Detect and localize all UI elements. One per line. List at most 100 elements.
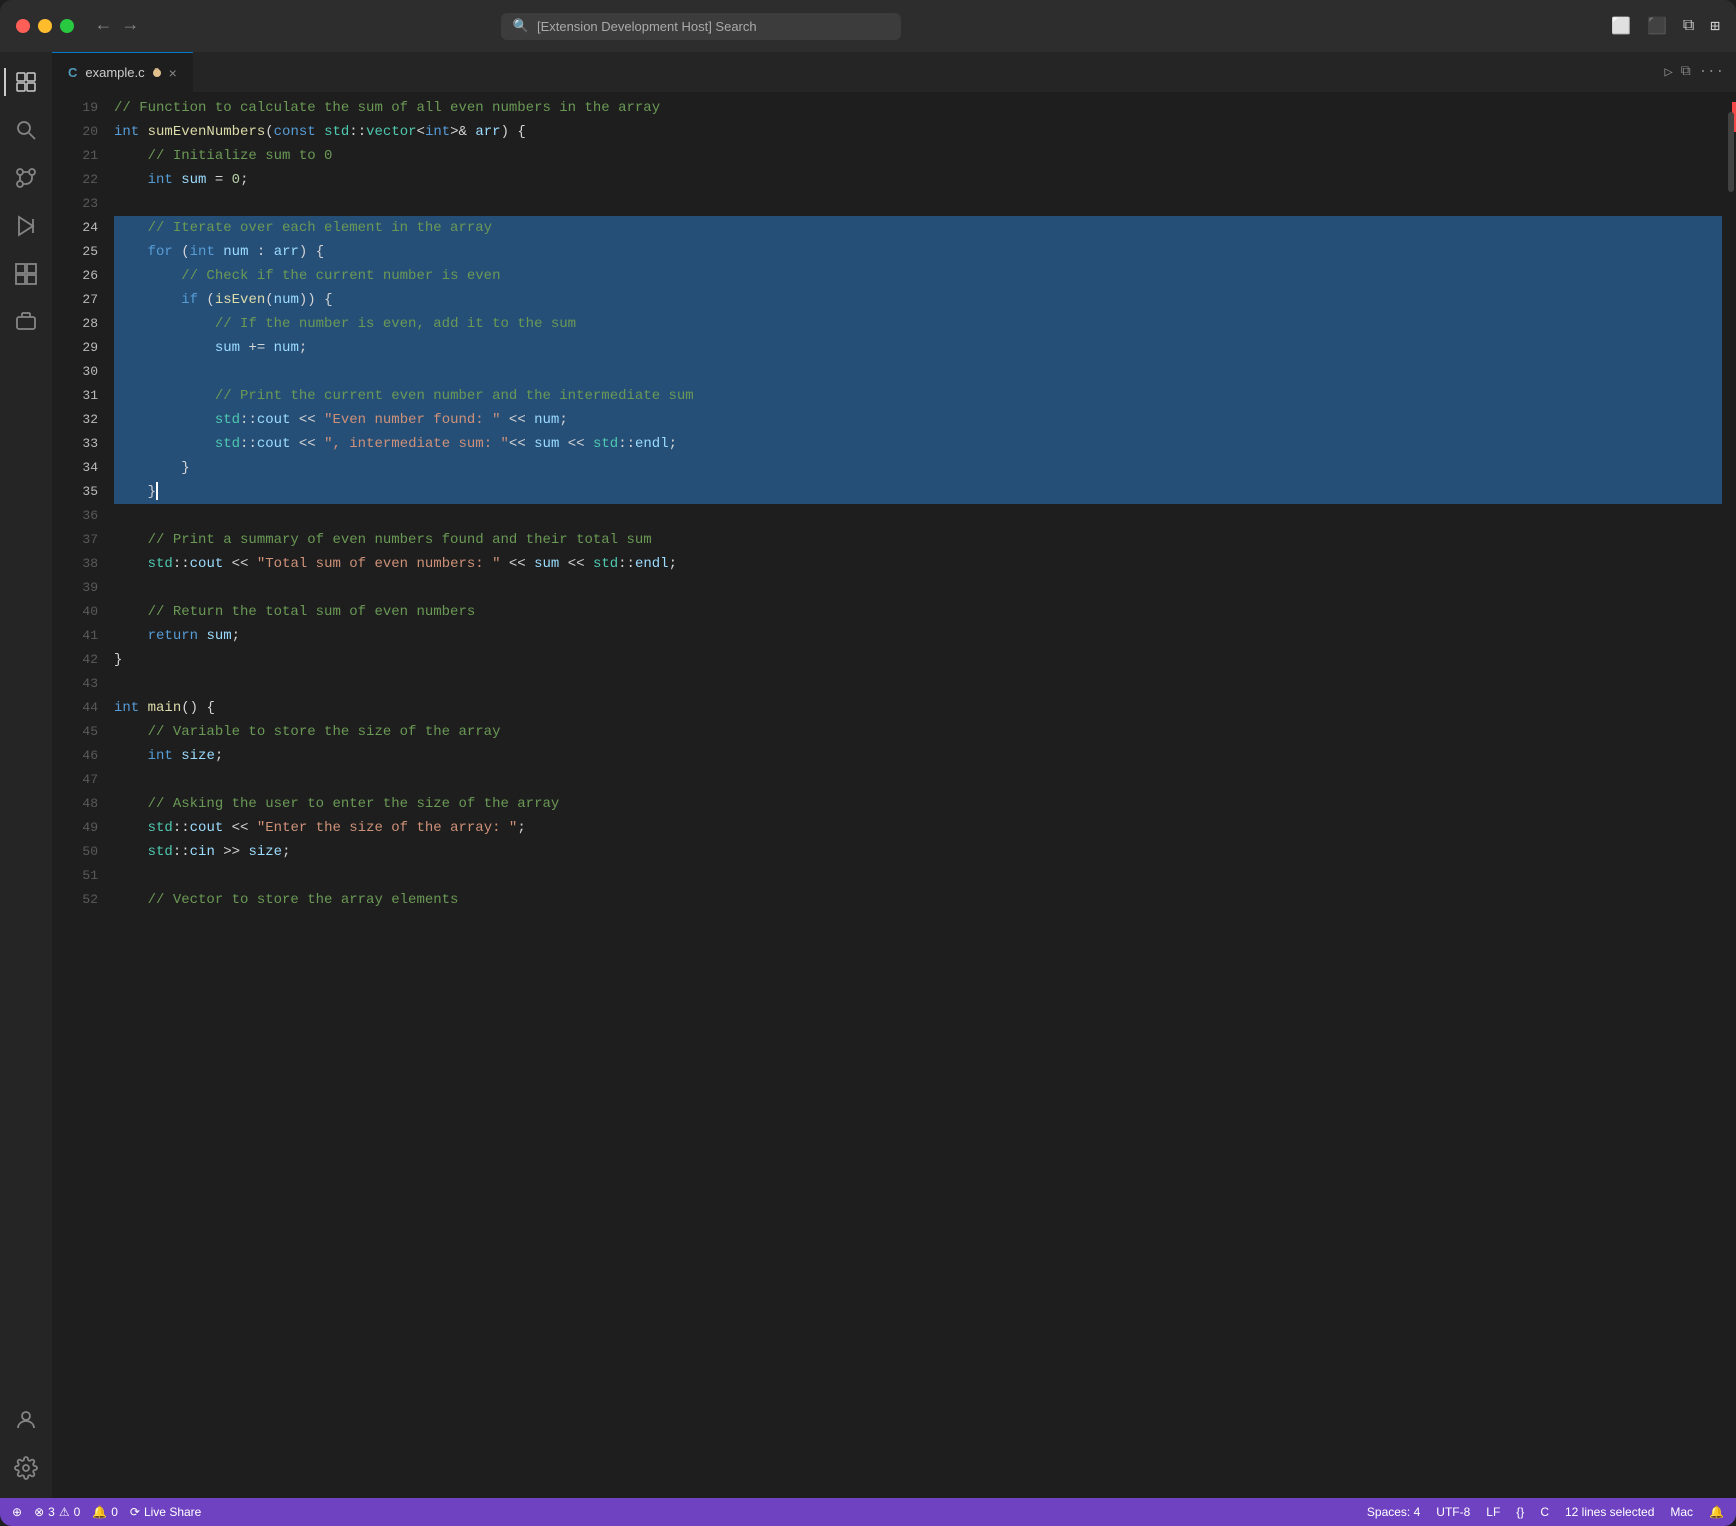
code-line-24: // Iterate over each element in the arra… [114,216,1722,240]
editor-tab[interactable]: C example.c 3 × [52,52,193,92]
titlebar: ← → 🔍 [Extension Development Host] Searc… [0,0,1736,52]
code-line-41: return sum; [114,624,1722,648]
error-status[interactable]: ⊗ 3 ⚠ 0 [34,1505,80,1519]
line-numbers: 19 20 21 22 23 24 25 26 27 28 29 30 31 3… [52,92,110,1498]
code-line-40: // Return the total sum of even numbers [114,600,1722,624]
notification-icon: 🔔 [92,1505,107,1519]
layout-icon-4[interactable]: ⊞ [1710,16,1720,36]
code-editor[interactable]: 19 20 21 22 23 24 25 26 27 28 29 30 31 3… [52,92,1736,1498]
code-lines: // Function to calculate the sum of all … [110,92,1722,1498]
activity-explorer[interactable] [4,60,48,104]
traffic-lights [16,19,74,33]
tab-close-button[interactable]: × [169,65,177,81]
code-line-25: for (int num : arr) { [114,240,1722,264]
split-editor-icon[interactable]: ⧉ [1681,64,1691,80]
main-content: C example.c 3 × ▷ ⧉ ··· 19 20 21 22 [0,52,1736,1498]
encoding-label: UTF-8 [1436,1505,1470,1519]
layout-icon-3[interactable]: ⧉ [1683,17,1694,35]
code-line-19: // Function to calculate the sum of all … [114,96,1722,120]
code-line-36 [114,504,1722,528]
code-line-37: // Print a summary of even numbers found… [114,528,1722,552]
activity-remote[interactable] [4,300,48,344]
scrollbar-thumb[interactable] [1728,112,1734,192]
platform-label: Mac [1670,1505,1693,1519]
search-icon: 🔍 [513,19,529,34]
status-left: ⊕ ⊗ 3 ⚠ 0 🔔 0 ⟳ Live Share [12,1505,201,1519]
code-line-51 [114,864,1722,888]
warning-count: 0 [74,1505,81,1519]
selection-status[interactable]: 12 lines selected [1565,1505,1654,1519]
activity-account[interactable] [4,1398,48,1442]
status-bar: ⊕ ⊗ 3 ⚠ 0 🔔 0 ⟳ Live Share Spaces: 4 UT [0,1498,1736,1526]
search-placeholder: [Extension Development Host] Search [537,19,757,34]
activity-settings[interactable] [4,1446,48,1490]
code-line-29: sum += num; [114,336,1722,360]
close-button[interactable] [16,19,30,33]
tab-bar: C example.c 3 × ▷ ⧉ ··· [52,52,1736,92]
bell-icon: 🔔 [1709,1505,1724,1519]
notification-status[interactable]: 🔔 0 [92,1505,118,1519]
activity-source-control[interactable] [4,156,48,200]
error-count: 3 [48,1505,55,1519]
maximize-button[interactable] [60,19,74,33]
line-ending-label: LF [1486,1505,1500,1519]
language-icon: C [68,65,77,80]
error-icon: ⊗ [34,1505,44,1519]
activity-search[interactable] [4,108,48,152]
code-line-44: int main() { [114,696,1722,720]
layout-icon-2[interactable]: ⬛ [1647,16,1667,36]
live-share-status[interactable]: ⟳ Live Share [130,1505,201,1519]
scrollbar[interactable] [1722,92,1736,1498]
code-line-21: // Initialize sum to 0 [114,144,1722,168]
activity-bar [0,52,52,1498]
search-bar[interactable]: 🔍 [Extension Development Host] Search [501,13,901,40]
minimize-button[interactable] [38,19,52,33]
code-line-43 [114,672,1722,696]
code-line-28: // If the number is even, add it to the … [114,312,1722,336]
code-line-49: std::cout << "Enter the size of the arra… [114,816,1722,840]
code-line-26: // Check if the current number is even [114,264,1722,288]
titlebar-right: ⬜ ⬛ ⧉ ⊞ [1611,16,1720,36]
language-status[interactable]: C [1540,1505,1549,1519]
activity-run[interactable] [4,204,48,248]
code-line-33: std::cout << ", intermediate sum: "<< su… [114,432,1722,456]
brackets-icon: {} [1516,1505,1524,1519]
spaces-label: Spaces: 4 [1367,1505,1420,1519]
back-button[interactable]: ← [94,12,113,40]
layout-icon-1[interactable]: ⬜ [1611,16,1631,36]
code-line-30 [114,360,1722,384]
code-line-45: // Variable to store the size of the arr… [114,720,1722,744]
code-line-27: if (isEven(num)) { [114,288,1722,312]
vscode-window: ← → 🔍 [Extension Development Host] Searc… [0,0,1736,1526]
code-line-52: // Vector to store the array elements [114,888,1722,912]
remote-icon: ⊕ [12,1505,22,1519]
platform-status[interactable]: Mac [1670,1505,1693,1519]
tab-filename: example.c [85,65,144,80]
forward-button[interactable]: → [121,12,140,40]
unsaved-badge: 3 [153,69,161,77]
run-icon[interactable]: ▷ [1664,64,1672,81]
live-share-icon: ⟳ [130,1505,140,1519]
language-label: C [1540,1505,1549,1519]
more-actions-icon[interactable]: ··· [1699,64,1724,80]
bell-status[interactable]: 🔔 [1709,1505,1724,1519]
code-line-31: // Print the current even number and the… [114,384,1722,408]
code-line-38: std::cout << "Total sum of even numbers:… [114,552,1722,576]
line-ending-status[interactable]: LF [1486,1505,1500,1519]
code-line-34: } [114,456,1722,480]
code-line-39 [114,576,1722,600]
encoding-status[interactable]: UTF-8 [1436,1505,1470,1519]
code-line-42: } [114,648,1722,672]
activity-extensions[interactable] [4,252,48,296]
remote-status[interactable]: ⊕ [12,1505,22,1519]
code-line-47 [114,768,1722,792]
code-line-50: std::cin >> size; [114,840,1722,864]
brackets-icon-status[interactable]: {} [1516,1505,1524,1519]
code-line-23 [114,192,1722,216]
spaces-status[interactable]: Spaces: 4 [1367,1505,1420,1519]
code-line-46: int size; [114,744,1722,768]
notification-count: 0 [111,1505,118,1519]
code-line-35: } [114,480,1722,504]
code-line-32: std::cout << "Even number found: " << nu… [114,408,1722,432]
status-right: Spaces: 4 UTF-8 LF {} C 12 lines selecte… [1367,1505,1724,1519]
